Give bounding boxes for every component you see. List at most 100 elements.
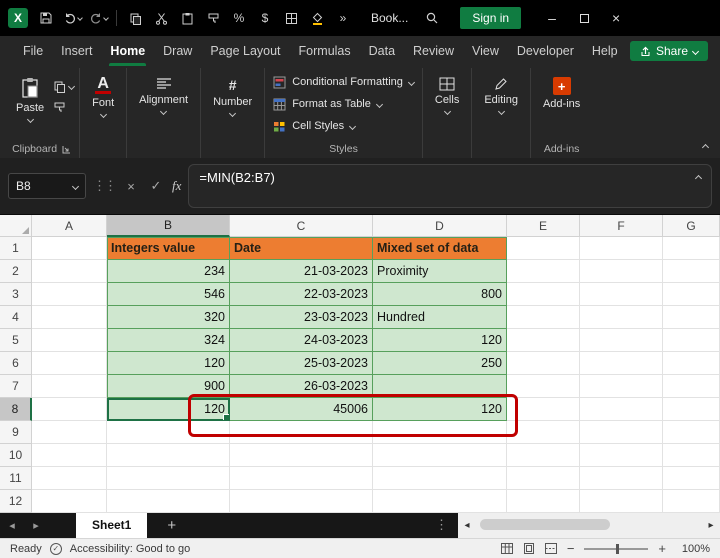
cell-F3[interactable] [580, 283, 663, 306]
cell-E5[interactable] [507, 329, 580, 352]
cell-C3[interactable]: 22-03-2023 [230, 283, 373, 306]
tab-draw[interactable]: Draw [154, 36, 201, 66]
scroll-left-icon[interactable]: ◂ [458, 520, 476, 531]
row-header-4[interactable]: 4 [0, 306, 32, 329]
cell-G1[interactable] [663, 237, 720, 260]
cell-G4[interactable] [663, 306, 720, 329]
cell-D2[interactable]: Proximity [373, 260, 507, 283]
cell-G12[interactable] [663, 490, 720, 513]
row-header-5[interactable]: 5 [0, 329, 32, 352]
cell-B4[interactable]: 320 [107, 306, 230, 329]
font-button[interactable]: A Font [85, 72, 121, 122]
cell-A2[interactable] [32, 260, 107, 283]
tab-help[interactable]: Help [583, 36, 627, 66]
format-painter-button[interactable] [53, 101, 74, 114]
insert-function-icon[interactable]: fx [172, 178, 181, 194]
formula-input[interactable]: =MIN(B2:B7) [188, 164, 712, 208]
cell-F9[interactable] [580, 421, 663, 444]
accessibility-status[interactable]: Accessibility: Good to go [70, 543, 190, 555]
column-header-C[interactable]: C [230, 215, 373, 237]
cell-D1[interactable]: Mixed set of data [373, 237, 507, 260]
conditional-formatting-button[interactable]: Conditional Formatting [270, 72, 417, 92]
clipboard-dialog-launcher[interactable] [62, 145, 71, 154]
cell-D4[interactable]: Hundred [373, 306, 507, 329]
cell-G2[interactable] [663, 260, 720, 283]
tab-home[interactable]: Home [101, 36, 154, 66]
collapse-ribbon-icon[interactable] [701, 143, 710, 152]
row-header-8[interactable]: 8 [0, 398, 32, 421]
editing-button[interactable]: Editing [477, 72, 525, 119]
sheet-tab-sheet1[interactable]: Sheet1 [76, 512, 148, 538]
cell-G5[interactable] [663, 329, 720, 352]
overflow-chevrons-icon[interactable]: » [331, 5, 355, 31]
cell-F8[interactable] [580, 398, 663, 421]
paste-button[interactable]: Paste [9, 72, 51, 127]
zoom-in-button[interactable]: + [658, 541, 666, 556]
sign-in-button[interactable]: Sign in [460, 7, 522, 29]
cell-F6[interactable] [580, 352, 663, 375]
fill-color-icon[interactable] [305, 5, 329, 31]
horizontal-scrollbar[interactable]: ◂ ▸ [458, 512, 720, 538]
cell-F5[interactable] [580, 329, 663, 352]
cell-G3[interactable] [663, 283, 720, 306]
cell-D6[interactable]: 250 [373, 352, 507, 375]
cell-E1[interactable] [507, 237, 580, 260]
cell-B9[interactable] [107, 421, 230, 444]
number-button[interactable]: # Number [206, 72, 259, 121]
row-header-6[interactable]: 6 [0, 352, 32, 375]
formula-bar-drag-handle[interactable]: ⋮⋮ [93, 178, 117, 194]
currency-style-icon[interactable]: $ [253, 5, 277, 31]
paste-small-icon[interactable] [175, 5, 199, 31]
cell-E2[interactable] [507, 260, 580, 283]
format-as-table-button[interactable]: Format as Table [270, 94, 417, 114]
cell-G8[interactable] [663, 398, 720, 421]
column-header-B[interactable]: B [107, 215, 230, 237]
scroll-right-icon[interactable]: ▸ [702, 520, 720, 531]
name-box[interactable]: B8 [8, 173, 86, 199]
redo-icon[interactable] [86, 5, 110, 31]
tab-file[interactable]: File [14, 36, 52, 66]
cell-F12[interactable] [580, 490, 663, 513]
percent-style-icon[interactable]: % [227, 5, 251, 31]
cell-D3[interactable]: 800 [373, 283, 507, 306]
copy-button[interactable] [53, 80, 76, 93]
column-header-A[interactable]: A [32, 215, 107, 237]
cell-B3[interactable]: 546 [107, 283, 230, 306]
cell-B7[interactable]: 900 [107, 375, 230, 398]
cell-D7[interactable] [373, 375, 507, 398]
save-icon[interactable] [34, 5, 58, 31]
row-header-10[interactable]: 10 [0, 444, 32, 467]
cell-C7[interactable]: 26-03-2023 [230, 375, 373, 398]
column-header-E[interactable]: E [507, 215, 580, 237]
cell-E6[interactable] [507, 352, 580, 375]
cell-F4[interactable] [580, 306, 663, 329]
column-header-G[interactable]: G [663, 215, 720, 237]
cell-F1[interactable] [580, 237, 663, 260]
cell-D8[interactable]: 120 [373, 398, 507, 421]
add-sheet-button[interactable]: + [167, 517, 176, 534]
alignment-button[interactable]: Alignment [132, 72, 195, 119]
undo-icon[interactable] [60, 5, 84, 31]
cell-F2[interactable] [580, 260, 663, 283]
column-header-F[interactable]: F [580, 215, 663, 237]
cell-B5[interactable]: 324 [107, 329, 230, 352]
restore-button[interactable] [569, 3, 599, 33]
page-break-view-icon[interactable] [544, 543, 557, 554]
cell-E9[interactable] [507, 421, 580, 444]
zoom-level[interactable]: 100% [676, 543, 710, 555]
cell-E3[interactable] [507, 283, 580, 306]
cell-D10[interactable] [373, 444, 507, 467]
cell-A7[interactable] [32, 375, 107, 398]
cell-A11[interactable] [32, 467, 107, 490]
tab-bar-options-icon[interactable]: ⋮ [425, 517, 458, 533]
cell-A3[interactable] [32, 283, 107, 306]
cell-A9[interactable] [32, 421, 107, 444]
addins-button[interactable]: + Add-ins [536, 72, 587, 115]
cell-B6[interactable]: 120 [107, 352, 230, 375]
cell-G9[interactable] [663, 421, 720, 444]
cell-styles-button[interactable]: Cell Styles [270, 116, 417, 136]
row-header-9[interactable]: 9 [0, 421, 32, 444]
cell-B1[interactable]: Integers value [107, 237, 230, 260]
tab-insert[interactable]: Insert [52, 36, 101, 66]
cell-D12[interactable] [373, 490, 507, 513]
